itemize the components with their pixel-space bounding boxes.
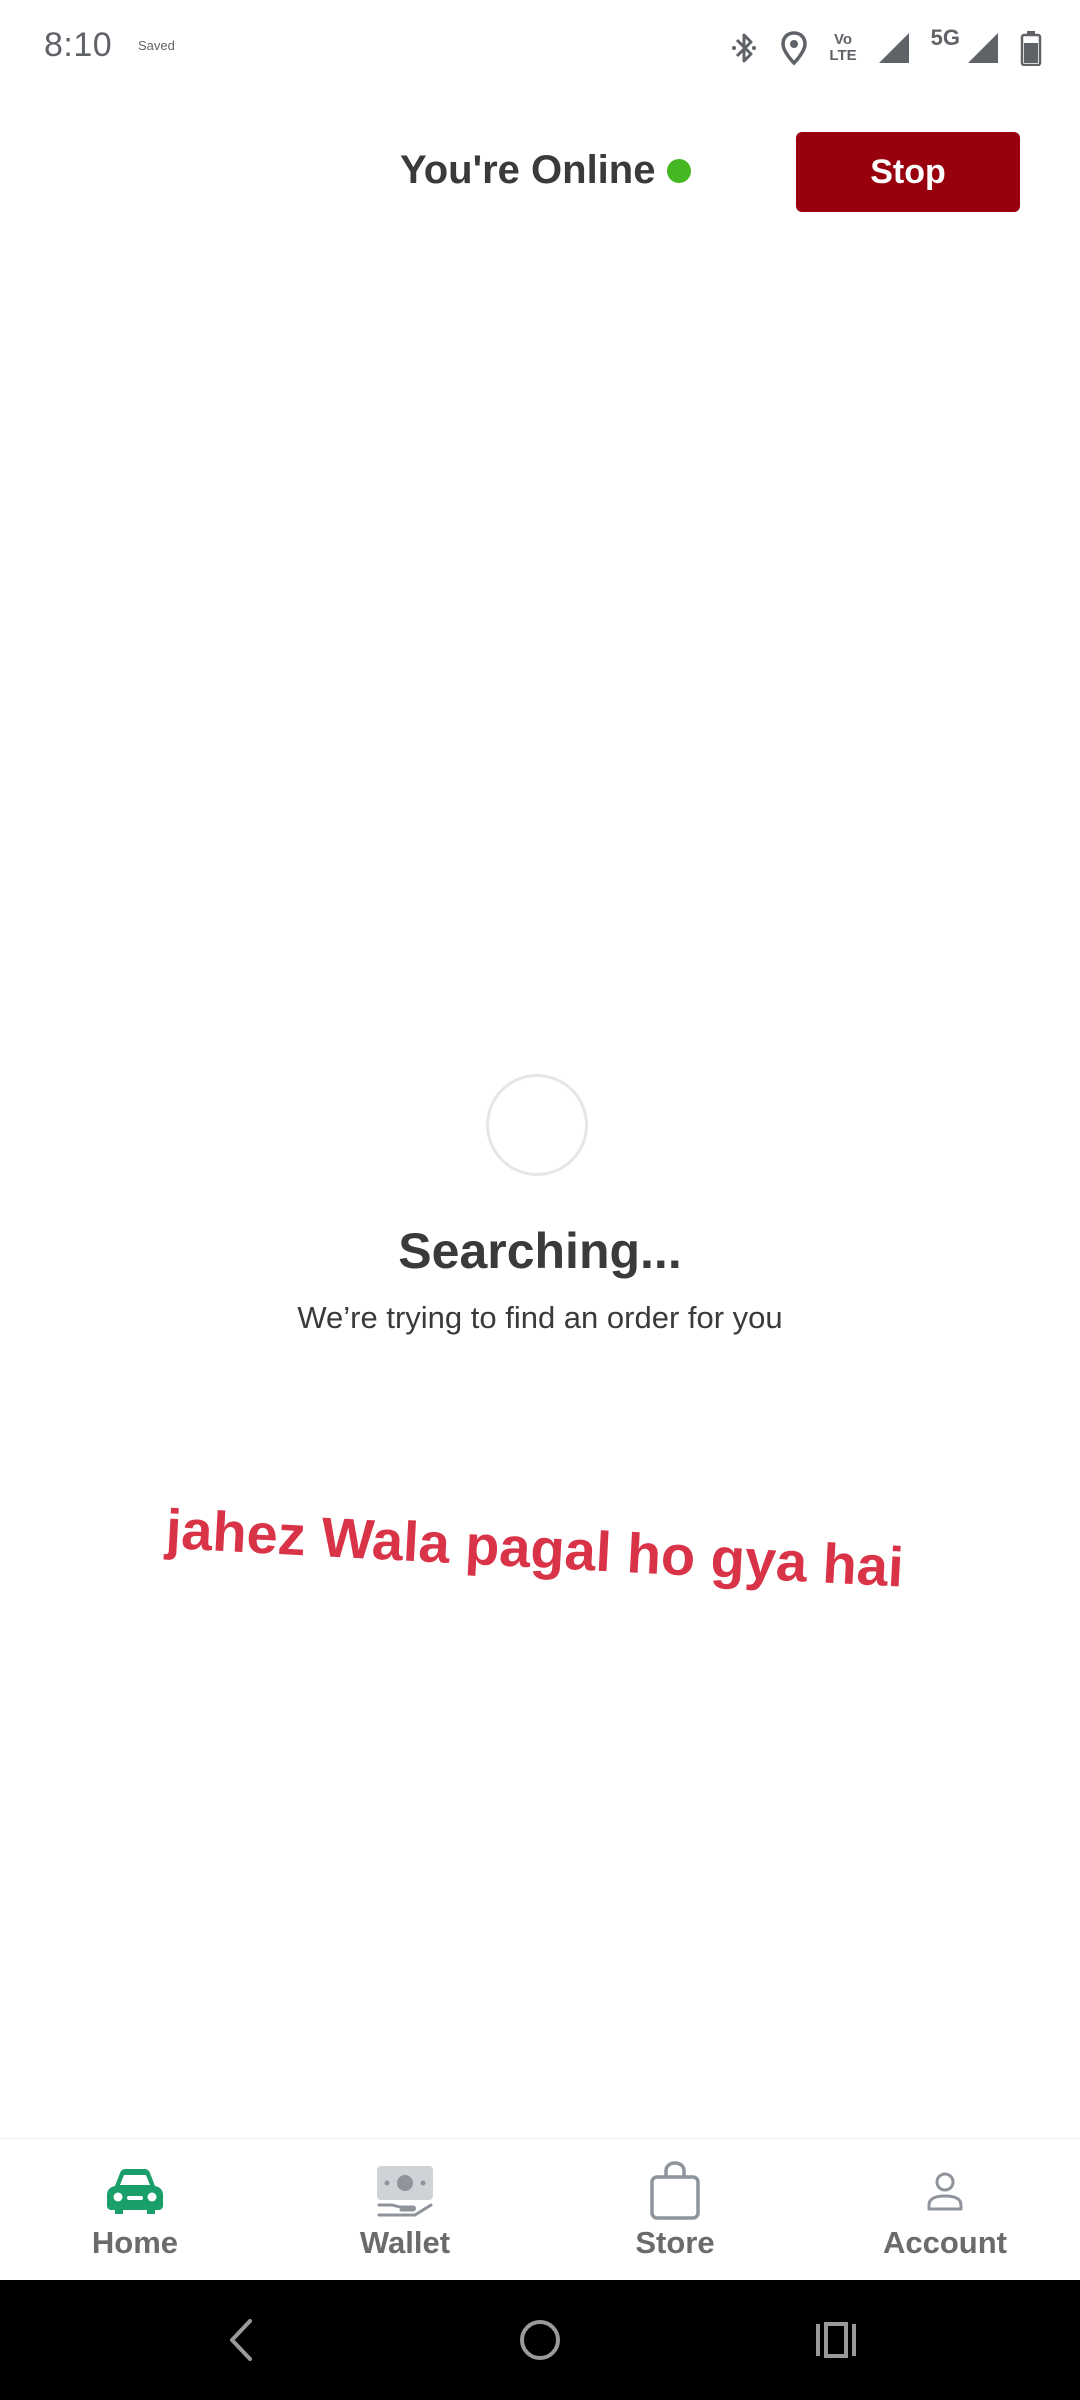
- person-icon: [923, 2161, 967, 2221]
- nav-label-store: Store: [635, 2225, 715, 2260]
- recents-icon[interactable]: [797, 2310, 877, 2370]
- system-nav-bar: [0, 2280, 1080, 2400]
- status-note: Saved: [138, 38, 175, 53]
- bag-icon: [647, 2161, 703, 2221]
- nav-item-store[interactable]: Store: [540, 2139, 810, 2281]
- nav-label-wallet: Wallet: [359, 2225, 451, 2260]
- bottom-nav: Home Wallet Store Account: [0, 2138, 1080, 2281]
- car-icon: [103, 2161, 167, 2221]
- searching-subtitle: We’re trying to find an order for you: [297, 1300, 783, 1335]
- loading-spinner: [486, 1074, 588, 1176]
- searching-title: Searching...: [398, 1223, 682, 1279]
- network-type-label: 5G: [930, 25, 960, 50]
- overlay-text: jahez Wala pagal ho gya hai: [164, 1497, 906, 1599]
- online-status-dot: [667, 158, 692, 183]
- nav-label-home: Home: [91, 2225, 179, 2260]
- status-time: 8:10: [44, 26, 113, 64]
- wallet-icon: [373, 2161, 437, 2221]
- signal-icon: [877, 31, 911, 65]
- nav-item-account[interactable]: Account: [810, 2139, 1080, 2281]
- volte-top-label: Vo: [834, 31, 853, 48]
- nav-item-wallet[interactable]: Wallet: [270, 2139, 540, 2281]
- location-icon: [779, 30, 809, 66]
- online-status-text: You're Online: [400, 148, 656, 192]
- nav-item-home[interactable]: Home: [0, 2139, 270, 2281]
- home-circle-icon[interactable]: [500, 2310, 580, 2370]
- volte-icon: Vo LTE: [829, 32, 856, 64]
- back-icon[interactable]: [202, 2310, 282, 2370]
- online-status: You're Online: [400, 148, 692, 193]
- nav-label-account: Account: [883, 2225, 1007, 2260]
- stop-button[interactable]: Stop: [796, 132, 1020, 212]
- app-screen: 8:10 Saved Vo LTE 5G You're Online Stop …: [0, 0, 1080, 2400]
- battery-icon: [1020, 30, 1042, 66]
- signal-icon-2: [966, 31, 1000, 65]
- volte-bottom-label: LTE: [829, 47, 857, 64]
- status-icons: Vo LTE 5G: [729, 24, 1042, 72]
- status-bar: 8:10 Saved Vo LTE 5G: [0, 0, 1080, 96]
- bluetooth-icon: [729, 30, 759, 66]
- header: You're Online Stop: [0, 128, 1080, 218]
